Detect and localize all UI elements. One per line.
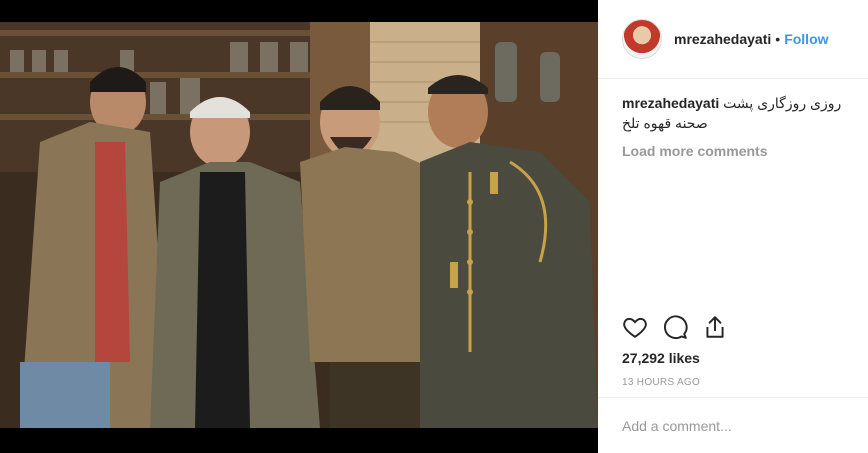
load-more-comments-button[interactable]: Load more comments bbox=[622, 143, 844, 159]
comment-input[interactable] bbox=[622, 417, 842, 434]
likes-count[interactable]: 27,292 likes bbox=[622, 350, 700, 366]
caption: mrezahedayati روزی روزگاری پشت صحنه قهوه… bbox=[622, 93, 844, 133]
photo-pane bbox=[0, 0, 598, 453]
photo-illustration bbox=[0, 22, 598, 428]
follow-button[interactable]: Follow bbox=[784, 31, 828, 47]
caption-area: mrezahedayati روزی روزگاری پشت صحنه قهوه… bbox=[598, 79, 868, 159]
post-photo[interactable] bbox=[0, 22, 598, 428]
avatar[interactable] bbox=[622, 19, 662, 59]
post-actions bbox=[622, 314, 728, 340]
heart-icon[interactable] bbox=[622, 314, 648, 340]
post-header: mrezahedayati • Follow bbox=[598, 0, 868, 79]
caption-username[interactable]: mrezahedayati bbox=[622, 95, 719, 111]
header-separator: • bbox=[775, 31, 781, 47]
author-username[interactable]: mrezahedayati bbox=[674, 31, 771, 47]
comment-icon[interactable] bbox=[662, 314, 688, 340]
share-icon[interactable] bbox=[702, 314, 728, 340]
post-side-panel: mrezahedayati • Follow mrezahedayati روز… bbox=[598, 0, 868, 453]
comment-bar bbox=[598, 397, 868, 453]
post-timestamp: 13 HOURS AGO bbox=[622, 377, 701, 388]
